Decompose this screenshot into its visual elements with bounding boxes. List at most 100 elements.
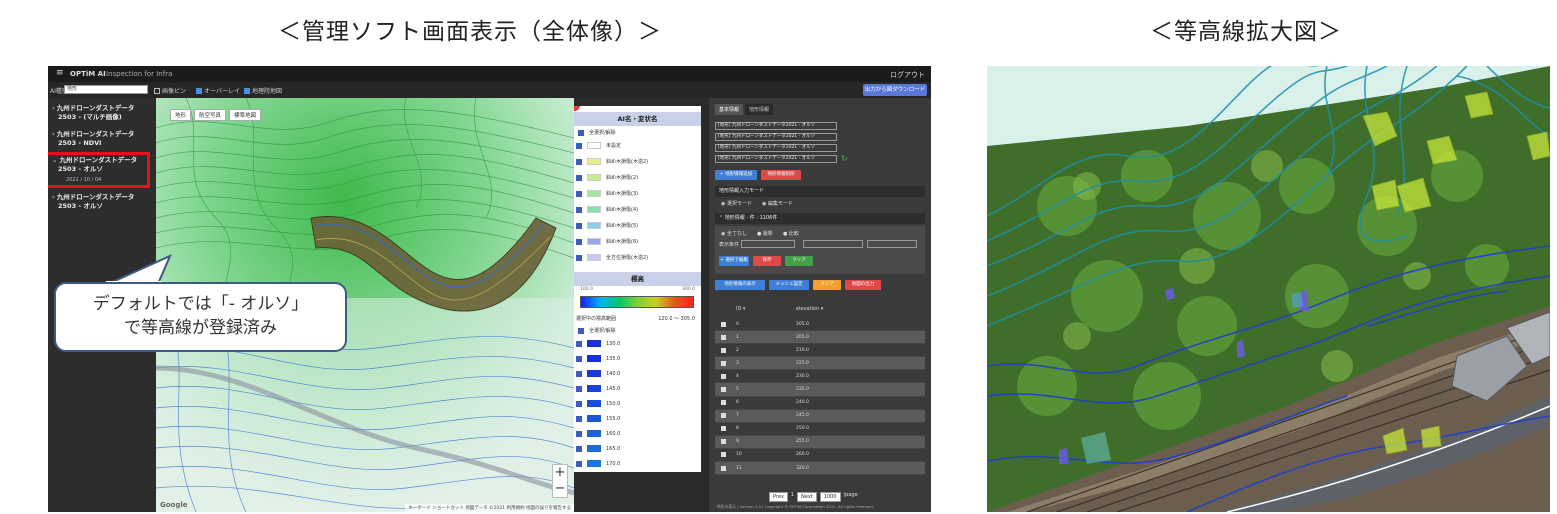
tab-terrain-info[interactable]: 地形情報 (745, 104, 774, 115)
legend-item[interactable]: 斜め木損傷(4) (574, 204, 701, 215)
zoom-out-button[interactable]: − (553, 481, 567, 497)
radio-select-mode[interactable]: ◉ 選択モード (721, 200, 752, 207)
radio-latest[interactable]: ● 最新 (757, 230, 773, 237)
show-terrain-button[interactable]: 地形情報の表示 (715, 280, 765, 290)
table-row[interactable]: 10 260.0 (715, 449, 925, 463)
sidebar-item-ortho-2[interactable]: › 九州ドローンダストデータ 2503 - オルソ (52, 193, 134, 211)
radio-compare[interactable]: ● 比較 (783, 230, 799, 237)
table-row[interactable]: 3 225.0 (715, 357, 925, 371)
page-size-select[interactable]: 1000 (819, 492, 841, 502)
menu-icon[interactable]: ≡ (56, 69, 64, 78)
row-checkbox[interactable] (721, 452, 726, 458)
checkbox[interactable] (576, 190, 582, 197)
row-checkbox[interactable] (721, 360, 726, 366)
row-checkbox[interactable] (721, 426, 726, 432)
elevation-legend-item[interactable]: 135.0 (574, 353, 701, 364)
checkbox[interactable] (576, 158, 582, 165)
row-checkbox[interactable] (721, 373, 726, 379)
checkbox[interactable] (576, 460, 582, 467)
row-checkbox[interactable] (721, 400, 726, 406)
row-checkbox[interactable] (721, 387, 726, 393)
legend-item[interactable]: 全方位損傷(木造2) (574, 252, 701, 263)
legend-item[interactable]: 斜め木損傷(6) (574, 236, 701, 247)
radio-edit-mode[interactable]: ◉ 編集モード (762, 200, 793, 207)
legend-item[interactable]: 斜め木損傷(木造2) (574, 156, 701, 167)
elevation-legend-item[interactable]: 130.0 (574, 338, 701, 349)
toggle-overlay[interactable]: オーバーレイ (196, 86, 240, 95)
checkbox[interactable] (578, 327, 584, 334)
table-row[interactable]: 6 240.0 (715, 397, 925, 410)
toggle-image-pin[interactable]: 画像ピン (154, 86, 186, 95)
column-id[interactable]: ID ▾ (736, 306, 796, 312)
table-row[interactable]: 9 255.0 (715, 435, 925, 449)
elevation-gradient-bar[interactable] (580, 296, 694, 308)
tab-aerial[interactable]: 航空写真 (194, 109, 227, 121)
zoom-in-button[interactable]: + (553, 465, 567, 481)
legend-item[interactable]: 未設定 (574, 140, 701, 151)
checkbox[interactable] (576, 238, 582, 245)
checkbox[interactable] (576, 340, 582, 347)
legend-select-all[interactable]: 全選択/解除 (574, 128, 701, 138)
elevation-legend-item[interactable]: 150.0 (574, 398, 701, 409)
edit-selected-button[interactable]: + 選択で編集 (719, 256, 749, 266)
filter-select[interactable] (741, 240, 795, 248)
legend-item[interactable]: 斜め木損傷(2) (574, 172, 701, 183)
table-row[interactable]: 2 210.0 (715, 344, 925, 358)
radio-none[interactable]: ◉ 全てなし (721, 230, 747, 237)
checkbox[interactable] (576, 370, 582, 377)
next-button[interactable]: Next (797, 492, 817, 502)
table-row[interactable]: 4 230.0 (715, 370, 925, 384)
delete-terrain-button[interactable]: 地形情報削除 (761, 170, 801, 180)
row-checkbox[interactable] (721, 321, 726, 327)
tab-terrain[interactable]: 地形 (170, 109, 192, 121)
table-row[interactable]: 0 205.0 (715, 318, 925, 332)
dataset-select[interactable]: [地形] 九州ドローンダストデータ2021 - オルソ (715, 144, 837, 152)
map-output-button[interactable]: 地図の出力 (845, 280, 881, 290)
checkbox[interactable] (576, 222, 582, 229)
close-icon[interactable]: × (574, 106, 580, 111)
table-row[interactable]: 1 205.0 (715, 331, 925, 345)
clear-button[interactable]: クリア (785, 256, 813, 266)
elevation-legend-item[interactable]: 145.0 (574, 383, 701, 394)
checkbox[interactable] (578, 129, 584, 136)
checkbox[interactable] (576, 445, 582, 452)
checkbox[interactable] (196, 87, 202, 94)
dataset-select[interactable]: [地形] 九州ドローンダストデータ2021 - オルソ (715, 155, 837, 163)
table-row[interactable]: 8 250.0 (715, 423, 925, 436)
elevation-legend-item[interactable]: 140.0 (574, 368, 701, 379)
save-button[interactable]: 保存 (753, 256, 781, 266)
sidebar-item-multi[interactable]: › 九州ドローンダストデータ 2503 - (マルチ画像) (52, 104, 134, 122)
table-row[interactable]: 11 320.0 (715, 462, 925, 476)
row-checkbox[interactable] (721, 413, 726, 419)
checkbox[interactable] (244, 87, 250, 94)
checkbox[interactable] (576, 400, 582, 407)
elevation-legend-item[interactable]: 165.0 (574, 443, 701, 454)
add-terrain-button[interactable]: + 地形情報追加 (715, 170, 757, 180)
tab-standard[interactable]: 標準地図 (229, 109, 262, 121)
legend-item[interactable]: 斜め木損傷(3) (574, 188, 701, 199)
checkbox[interactable] (576, 415, 582, 422)
row-checkbox[interactable] (721, 334, 726, 340)
checkbox[interactable] (576, 385, 582, 392)
checkbox[interactable] (576, 142, 582, 149)
checkbox[interactable] (576, 254, 582, 261)
legend-item[interactable]: 斜め木損傷(5) (574, 220, 701, 231)
legend-elev-select-all[interactable]: 全選択/解除 (574, 326, 701, 336)
row-checkbox[interactable] (721, 439, 726, 445)
tab-basic-info[interactable]: 基本情報 (715, 104, 744, 115)
toggle-gsi-map[interactable]: 地理院地図 (244, 86, 282, 95)
checkbox[interactable] (576, 430, 582, 437)
dataset-select[interactable]: [地形] 九州ドローンダストデータ2021 - オルソ (715, 133, 837, 141)
filter-select-2[interactable] (867, 240, 917, 248)
elevation-legend-item[interactable]: 155.0 (574, 413, 701, 424)
elevation-legend-item[interactable]: 170.0 (574, 458, 701, 469)
row-checkbox[interactable] (721, 465, 726, 471)
table-row[interactable]: 7 245.0 (715, 409, 925, 423)
filter-input[interactable] (803, 240, 863, 248)
checkbox[interactable] (576, 206, 582, 213)
table-row[interactable]: 5 235.0 (715, 383, 925, 397)
logout-link[interactable]: ログアウト (890, 70, 925, 80)
checkbox[interactable] (576, 174, 582, 181)
column-elevation[interactable]: elevation ▾ (796, 306, 886, 312)
checkbox[interactable] (576, 355, 582, 362)
